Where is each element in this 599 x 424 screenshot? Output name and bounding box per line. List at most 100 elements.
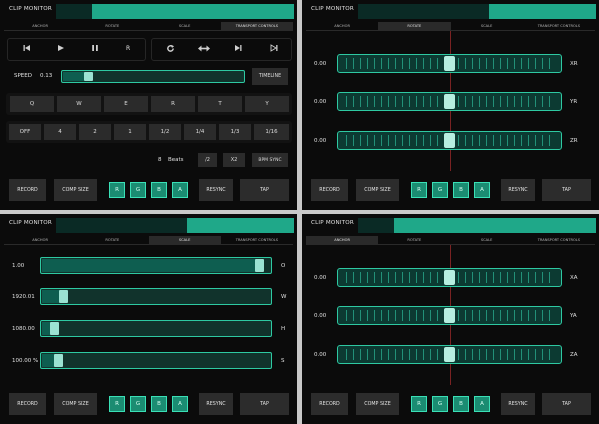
comp-size-button[interactable]: COMP SIZE [54, 393, 97, 415]
key-r[interactable]: R [151, 96, 195, 112]
channel-r[interactable]: R [411, 396, 427, 412]
pause-icon[interactable] [91, 44, 99, 54]
rewind-icon[interactable] [23, 44, 31, 54]
rate-sixteenth[interactable]: 1/16 [254, 124, 289, 140]
rotate-z-knob[interactable] [444, 133, 455, 148]
key-y[interactable]: Y [245, 96, 289, 112]
channel-b[interactable]: B [453, 396, 469, 412]
tab-scale[interactable]: SCALE [148, 236, 221, 244]
tab-scale[interactable]: SCALE [149, 22, 221, 30]
record-button[interactable]: RECORD [311, 179, 348, 201]
channel-a[interactable]: A [474, 182, 490, 198]
rotate-y-slider[interactable] [337, 92, 562, 111]
header-meter [56, 218, 294, 233]
skip-end-icon[interactable] [270, 44, 278, 54]
half-beats-button[interactable]: /2 [198, 153, 217, 167]
width-slider-knob[interactable] [58, 290, 68, 303]
channel-b[interactable]: B [453, 182, 469, 198]
anchor-x-slider[interactable] [337, 268, 562, 287]
anchor-z-knob[interactable] [444, 347, 455, 362]
height-slider[interactable] [40, 320, 272, 337]
resync-button[interactable]: RESYNC [501, 179, 535, 201]
tab-anchor[interactable]: ANCHOR [306, 236, 379, 244]
record-button[interactable]: RECORD [311, 393, 348, 415]
tab-scale[interactable]: SCALE [451, 22, 523, 30]
anchor-y-knob[interactable] [444, 308, 455, 323]
tab-anchor[interactable]: ANCHOR [4, 236, 76, 244]
opacity-slider[interactable] [40, 257, 272, 274]
tab-anchor[interactable]: ANCHOR [4, 22, 76, 30]
width-slider[interactable] [40, 288, 272, 305]
resync-button[interactable]: RESYNC [501, 393, 535, 415]
rate-1[interactable]: 1 [114, 124, 146, 140]
rotate-y-knob[interactable] [444, 94, 455, 109]
tab-rotate[interactable]: ROTATE [76, 22, 148, 30]
comp-size-button[interactable]: COMP SIZE [54, 179, 97, 201]
speed-slider[interactable] [61, 70, 245, 83]
skip-forward-icon[interactable] [234, 44, 242, 54]
key-q[interactable]: Q [10, 96, 54, 112]
tab-transport-controls[interactable]: TRANSPORT CONTROLS [523, 236, 595, 244]
reverse-button[interactable]: R [126, 45, 130, 52]
tab-bar: ANCHOR ROTATE SCALE TRANSPORT CONTROLS [4, 236, 293, 245]
rate-third[interactable]: 1/3 [219, 124, 251, 140]
rate-4[interactable]: 4 [44, 124, 76, 140]
channel-r[interactable]: R [109, 396, 125, 412]
tab-rotate[interactable]: ROTATE [378, 22, 451, 30]
rotate-x-slider[interactable] [337, 54, 562, 73]
channel-b[interactable]: B [151, 396, 167, 412]
loop-icon[interactable] [166, 44, 175, 55]
transport-panel: CLIP MONITOR ANCHOR ROTATE SCALE TRANSPO… [0, 0, 297, 210]
tab-scale[interactable]: SCALE [451, 236, 523, 244]
timeline-button[interactable]: TIMELINE [252, 68, 288, 85]
anchor-y-slider[interactable] [337, 306, 562, 325]
tab-transport-controls[interactable]: TRANSPORT CONTROLS [221, 236, 293, 244]
ping-pong-icon[interactable] [198, 45, 210, 54]
anchor-x-knob[interactable] [444, 270, 455, 285]
tap-button[interactable]: TAP [542, 179, 591, 201]
tab-rotate[interactable]: ROTATE [378, 236, 450, 244]
channel-a[interactable]: A [474, 396, 490, 412]
anchor-y-value: 0.00 [314, 313, 327, 319]
channel-a[interactable]: A [172, 396, 188, 412]
record-button[interactable]: RECORD [9, 393, 46, 415]
play-icon[interactable] [57, 44, 65, 54]
rotate-x-knob[interactable] [444, 56, 455, 71]
tap-button[interactable]: TAP [542, 393, 591, 415]
channel-b[interactable]: B [151, 182, 167, 198]
rate-half[interactable]: 1/2 [149, 124, 181, 140]
tab-anchor[interactable]: ANCHOR [306, 22, 378, 30]
channel-g[interactable]: G [432, 182, 448, 198]
channel-g[interactable]: G [130, 182, 146, 198]
anchor-z-slider[interactable] [337, 345, 562, 364]
channel-g[interactable]: G [130, 396, 146, 412]
rotate-z-slider[interactable] [337, 131, 562, 150]
resync-button[interactable]: RESYNC [199, 179, 233, 201]
tap-button[interactable]: TAP [240, 393, 289, 415]
bpm-sync-button[interactable]: BPM SYNC [252, 153, 288, 167]
key-e[interactable]: E [104, 96, 148, 112]
comp-size-button[interactable]: COMP SIZE [356, 179, 399, 201]
tap-button[interactable]: TAP [240, 179, 289, 201]
comp-size-button[interactable]: COMP SIZE [356, 393, 399, 415]
scale-slider-knob[interactable] [54, 354, 64, 367]
key-w[interactable]: W [57, 96, 101, 112]
rate-2[interactable]: 2 [79, 124, 111, 140]
channel-r[interactable]: R [411, 182, 427, 198]
rate-quarter[interactable]: 1/4 [184, 124, 216, 140]
tab-transport-controls[interactable]: TRANSPORT CONTROLS [523, 22, 595, 30]
height-slider-knob[interactable] [49, 322, 59, 335]
channel-a[interactable]: A [172, 182, 188, 198]
resync-button[interactable]: RESYNC [199, 393, 233, 415]
opacity-slider-knob[interactable] [255, 259, 265, 272]
speed-slider-knob[interactable] [84, 72, 94, 81]
rate-off[interactable]: OFF [9, 124, 41, 140]
channel-g[interactable]: G [432, 396, 448, 412]
channel-r[interactable]: R [109, 182, 125, 198]
scale-slider[interactable] [40, 352, 272, 369]
tab-transport-controls[interactable]: TRANSPORT CONTROLS [220, 22, 293, 30]
tab-rotate[interactable]: ROTATE [76, 236, 148, 244]
double-beats-button[interactable]: X2 [223, 153, 245, 167]
key-t[interactable]: T [198, 96, 242, 112]
record-button[interactable]: RECORD [9, 179, 46, 201]
